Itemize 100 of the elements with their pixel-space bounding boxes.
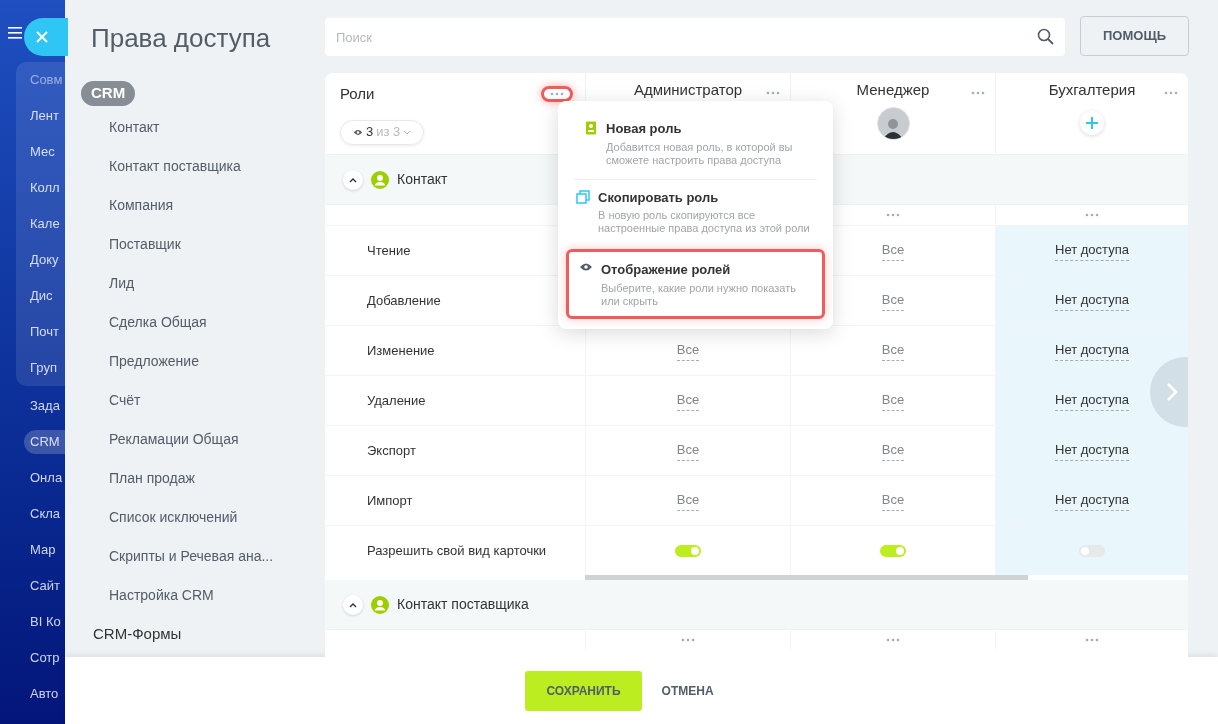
permission-label: Удаление xyxy=(366,391,427,410)
nav-item[interactable]: Предложение xyxy=(65,342,325,381)
menu-icon[interactable] xyxy=(8,27,22,39)
portal-menu-item[interactable]: Сотр xyxy=(0,640,65,676)
more-icon[interactable] xyxy=(886,638,900,642)
permission-label: Добавление xyxy=(366,291,442,310)
menu-item[interactable]: Скопировать роль В новую роль скопируются все настроенные права доступа из этой роли xyxy=(566,179,825,243)
more-icon[interactable] xyxy=(1164,91,1178,95)
user-icon xyxy=(371,170,389,189)
permission-value[interactable]: Все xyxy=(676,440,700,461)
more-icon[interactable] xyxy=(886,213,900,217)
portal-menu-item[interactable]: Доку xyxy=(16,242,65,278)
plus-icon xyxy=(1086,116,1098,129)
nav-item[interactable]: Рекламации Общая xyxy=(65,420,325,459)
permission-value[interactable]: Нет доступа xyxy=(1055,390,1129,411)
permission-value[interactable]: Все xyxy=(881,390,905,411)
page-title: Права доступа xyxy=(90,22,272,54)
cancel-button[interactable]: ОТМЕНА xyxy=(657,670,718,711)
column-title: Роли xyxy=(340,84,375,104)
more-icon[interactable] xyxy=(1085,213,1099,217)
add-member-button[interactable] xyxy=(1080,110,1104,135)
close-button[interactable] xyxy=(24,18,68,56)
permission-label: Импорт xyxy=(366,491,414,510)
permission-value[interactable]: Все xyxy=(881,340,905,361)
permission-value[interactable]: Все xyxy=(881,440,905,461)
portal-menu-item[interactable]: Почт xyxy=(16,314,65,350)
nav-item[interactable]: Счёт xyxy=(65,381,325,420)
permission-value[interactable]: Все xyxy=(676,390,700,411)
collapse-button[interactable] xyxy=(343,594,363,615)
portal-menu-item[interactable]: Зада xyxy=(0,388,65,424)
save-button[interactable]: СОХРАНИТЬ xyxy=(525,670,642,711)
nav-item[interactable]: Скрипты и Речевая ана... xyxy=(65,537,325,576)
portal-menu-item[interactable]: Лент xyxy=(16,98,65,134)
portal-menu-item[interactable]: Сайт xyxy=(0,568,65,604)
portal-menu-item[interactable]: Колл xyxy=(16,170,65,206)
nav-item[interactable]: Контакт поставщика xyxy=(65,147,325,186)
eye-icon xyxy=(353,128,363,136)
search-icon[interactable] xyxy=(1037,28,1054,45)
permission-value[interactable]: Все xyxy=(881,290,905,311)
nav-item[interactable]: Поставщик xyxy=(65,225,325,264)
role-name: Менеджер xyxy=(856,80,930,100)
more-icon[interactable] xyxy=(681,638,695,642)
menu-item-title: Новая роль xyxy=(606,120,683,138)
portal-menu-item[interactable]: Онла xyxy=(0,460,65,496)
permission-value[interactable]: Все xyxy=(676,490,700,511)
toggle-switch[interactable] xyxy=(1079,544,1105,557)
toggle-switch[interactable] xyxy=(880,544,906,557)
permission-label: Разрешить свой вид карточки xyxy=(366,541,548,560)
nav-item[interactable]: План продаж xyxy=(65,459,325,498)
nav-item[interactable]: Сделка Общая xyxy=(65,303,325,342)
user-card-icon xyxy=(585,121,597,135)
nav-item[interactable]: Контакт xyxy=(65,108,325,147)
chevron-up-icon xyxy=(349,601,357,608)
more-icon[interactable] xyxy=(971,91,985,95)
menu-item[interactable]: Отображение ролей Выберите, какие роли нужно показать или скрыть xyxy=(566,249,825,319)
help-button[interactable]: ПОМОЩЬ xyxy=(1080,16,1189,56)
portal-menu-item[interactable]: CRM xyxy=(24,430,65,454)
permission-label: Чтение xyxy=(366,241,412,260)
toggle-switch[interactable] xyxy=(675,544,701,557)
more-icon[interactable] xyxy=(1085,638,1099,642)
nav-item[interactable]: Лид xyxy=(65,264,325,303)
more-icon[interactable] xyxy=(766,91,780,95)
nav-item[interactable]: Список исключений xyxy=(65,498,325,537)
permission-value[interactable]: Все xyxy=(676,340,700,361)
portal-menu-item[interactable]: Груп xyxy=(16,350,65,386)
menu-item-title: Отображение ролей xyxy=(601,261,732,279)
avatar[interactable] xyxy=(876,106,910,140)
nav-group[interactable]: CRM-Формы xyxy=(93,615,182,654)
collapse-button[interactable] xyxy=(343,169,363,190)
portal-menu-item[interactable]: Авто xyxy=(0,676,65,712)
chevron-down-icon xyxy=(403,129,412,135)
permission-value[interactable]: Нет доступа xyxy=(1055,290,1129,311)
permission-value[interactable]: Все xyxy=(881,490,905,511)
portal-menu-item[interactable]: Мар xyxy=(0,532,65,568)
menu-item-description: Добавится новая роль, в которой вы сможете настроить права доступа xyxy=(606,140,794,167)
portal-menu-item[interactable]: Дис xyxy=(16,278,65,314)
horizontal-scrollbar[interactable] xyxy=(585,575,1028,580)
nav-group[interactable]: CRM xyxy=(81,81,136,106)
permission-value[interactable]: Нет доступа xyxy=(1055,490,1129,511)
portal-menu-item[interactable]: BI Ко xyxy=(0,604,65,640)
copy-icon xyxy=(576,189,590,204)
portal-menu-item[interactable]: Кале xyxy=(16,206,65,242)
role-name: Администратор xyxy=(633,80,743,100)
nav-item[interactable]: Настройка CRM xyxy=(65,576,325,615)
permission-value[interactable]: Нет доступа xyxy=(1055,240,1129,261)
permission-value[interactable]: Все xyxy=(881,240,905,261)
filter-count: 3 xyxy=(366,123,374,142)
search-field[interactable]: Поиск xyxy=(325,18,1065,56)
permission-label: Экспорт xyxy=(366,441,417,460)
close-icon xyxy=(36,31,48,43)
filter-total: из 3 xyxy=(376,123,401,142)
nav-item[interactable]: Компания xyxy=(65,186,325,225)
portal-menu-item[interactable]: Мес xyxy=(16,134,65,170)
portal-menu-item[interactable]: Скла xyxy=(0,496,65,532)
role-name: Бухгалтерия xyxy=(1048,80,1136,100)
permission-value[interactable]: Нет доступа xyxy=(1055,340,1129,361)
permission-value[interactable]: Нет доступа xyxy=(1055,440,1129,461)
more-icon[interactable] xyxy=(550,92,564,97)
eye-icon xyxy=(579,262,593,272)
menu-item[interactable]: Новая роль Добавится новая роль, в которой вы сможете настроить права доступа xyxy=(574,111,817,180)
